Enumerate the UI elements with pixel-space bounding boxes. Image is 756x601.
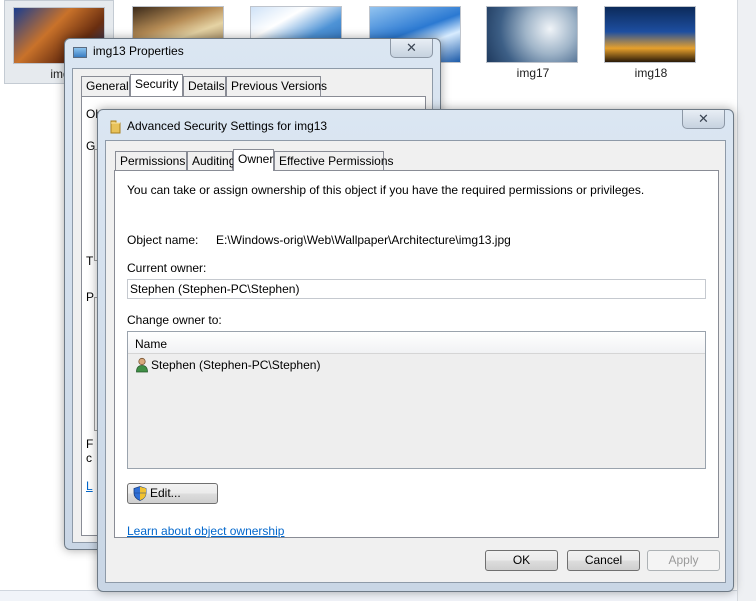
thumbnail-image bbox=[486, 6, 578, 63]
tab-details[interactable]: Details bbox=[183, 76, 226, 96]
learn-ownership-link[interactable]: Learn about object ownership bbox=[127, 524, 284, 538]
thumbnail-caption: img18 bbox=[634, 66, 668, 80]
object-name-label: Object name: bbox=[127, 233, 199, 247]
advanced-client-area: Permissions Auditing Owner Effective Per… bbox=[105, 140, 726, 583]
current-owner-label: Current owner: bbox=[127, 261, 207, 275]
properties-title: img13 Properties bbox=[93, 44, 184, 58]
learn-link-peek[interactable]: L bbox=[86, 479, 93, 493]
properties-close-button[interactable]: ✕ bbox=[390, 39, 433, 58]
thumbnail-caption: img17 bbox=[516, 66, 550, 80]
tab-permissions[interactable]: Permissions bbox=[115, 151, 187, 171]
advanced-close-button[interactable]: ✕ bbox=[682, 110, 725, 129]
advanced-security-window: Advanced Security Settings for img13 ✕ P… bbox=[97, 109, 734, 592]
special-perms-label-peek: F bbox=[86, 437, 94, 451]
to-change-label-peek: T bbox=[86, 254, 94, 268]
thumbnail-img17[interactable]: img17 bbox=[478, 0, 588, 84]
tab-security[interactable]: Security bbox=[130, 74, 183, 96]
tab-effective-permissions[interactable]: Effective Permissions bbox=[274, 151, 394, 171]
properties-titlebar[interactable]: img13 Properties ✕ bbox=[65, 39, 440, 67]
tab-owner[interactable]: Owner bbox=[233, 149, 274, 171]
owner-intro-text: You can take or assign ownership of this… bbox=[127, 183, 645, 197]
uac-shield-icon bbox=[133, 486, 147, 501]
explorer-scrollbar[interactable] bbox=[737, 0, 756, 601]
user-icon bbox=[136, 357, 148, 373]
tab-general[interactable]: General bbox=[81, 76, 130, 96]
ok-button[interactable]: OK bbox=[485, 550, 558, 571]
advanced-title: Advanced Security Settings for img13 bbox=[127, 119, 328, 133]
edit-button[interactable]: Edit... bbox=[127, 483, 218, 504]
list-item[interactable]: Stephen (Stephen-PC\Stephen) bbox=[128, 354, 705, 376]
folder-icon bbox=[110, 120, 121, 134]
cancel-button[interactable]: Cancel bbox=[567, 550, 640, 571]
permissions-label-peek: P bbox=[86, 290, 95, 304]
thumbnail-image bbox=[604, 6, 696, 63]
advanced-titlebar[interactable]: Advanced Security Settings for img13 ✕ bbox=[98, 110, 733, 138]
list-item-label: Stephen (Stephen-PC\Stephen) bbox=[151, 358, 321, 372]
click-advanced-label-peek: c bbox=[86, 451, 92, 465]
edit-button-label: Edit... bbox=[150, 486, 181, 500]
change-owner-list[interactable]: Name Stephen (Stephen-PC\Stephen) bbox=[127, 331, 706, 469]
list-header-name-column[interactable]: Name bbox=[128, 332, 705, 354]
thumbnail-img18[interactable]: img18 bbox=[596, 0, 706, 84]
name-column-label: Name bbox=[135, 337, 168, 351]
tab-previous-versions[interactable]: Previous Versions bbox=[226, 76, 327, 96]
object-name-value: E:\Windows-orig\Web\Wallpaper\Architectu… bbox=[216, 233, 511, 247]
image-file-icon bbox=[73, 47, 87, 58]
apply-button[interactable]: Apply bbox=[647, 550, 720, 571]
tab-auditing[interactable]: Auditing bbox=[187, 151, 235, 171]
change-owner-label: Change owner to: bbox=[127, 313, 222, 327]
current-owner-field[interactable]: Stephen (Stephen-PC\Stephen) bbox=[127, 279, 706, 299]
owner-tab-panel: You can take or assign ownership of this… bbox=[114, 170, 719, 538]
